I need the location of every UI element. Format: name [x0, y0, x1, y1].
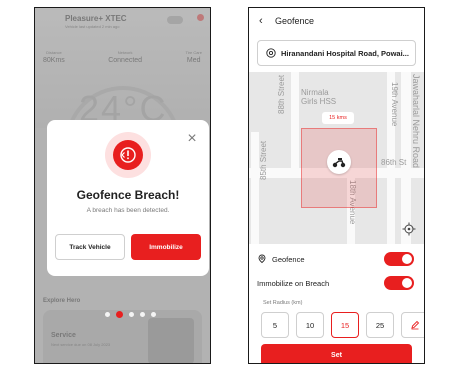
- dialog-description: A breach has been detected.: [86, 207, 170, 214]
- map-label: 19th Avenue: [390, 82, 399, 127]
- map-road: [251, 132, 259, 244]
- immobilize-button[interactable]: Immobilize: [131, 234, 201, 260]
- dialog-title: Geofence Breach!: [76, 188, 180, 202]
- carousel-indicator: [105, 311, 156, 318]
- back-chevron-icon[interactable]: ‹: [259, 15, 271, 27]
- pencil-icon: [411, 320, 420, 330]
- location-search-field[interactable]: Hiranandani Hospital Road, Powai...: [257, 40, 416, 66]
- close-icon[interactable]: ×: [185, 131, 199, 147]
- map-label: Jawaharlal Nehru Road: [411, 74, 421, 169]
- geofence-toggle[interactable]: [384, 252, 414, 266]
- right-phone-screen: ‹ Geofence Hiranandani Hospital Road, Po…: [248, 7, 425, 364]
- geofence-breach-dialog: × Geofence Breach! A breach has been det…: [47, 120, 209, 276]
- carousel-dot[interactable]: [105, 312, 110, 317]
- immobilize-on-breach-toggle[interactable]: [384, 276, 414, 290]
- radius-option-10[interactable]: 10: [296, 312, 324, 338]
- set-button[interactable]: Set: [261, 344, 412, 363]
- carousel-dot[interactable]: [151, 312, 156, 317]
- carousel-dot[interactable]: [140, 312, 145, 317]
- crosshair-locate-icon[interactable]: [402, 222, 416, 236]
- geofence-pin-icon: [258, 254, 266, 264]
- radius-label: Set Radius (km): [263, 300, 303, 306]
- map-road: [291, 72, 299, 172]
- location-pin-icon: [266, 48, 276, 58]
- map-label: 85th Street: [259, 140, 268, 180]
- geofence-toggle-label: Geofence: [272, 254, 305, 264]
- top-nav-bar: ‹ Geofence: [249, 8, 424, 34]
- track-vehicle-button[interactable]: Track Vehicle: [55, 234, 125, 260]
- location-value: Hiranandani Hospital Road, Powai...: [281, 48, 409, 58]
- radius-option-5[interactable]: 5: [261, 312, 289, 338]
- scooter-icon[interactable]: [327, 150, 351, 174]
- carousel-dot-active[interactable]: [116, 311, 123, 318]
- map-label: 86th St: [381, 158, 407, 167]
- map-label: 88th Street: [277, 74, 286, 114]
- left-phone-screen: Pleasure+ XTEC Vehicle last updated 2 mi…: [34, 7, 211, 364]
- alert-scooter-icon: [113, 140, 143, 170]
- radius-option-25[interactable]: 25: [366, 312, 394, 338]
- geofence-map[interactable]: Nirmala Girls HSS 88th Street 19th Avenu…: [249, 72, 424, 244]
- map-label: Nirmala Girls HSS: [301, 88, 337, 106]
- edit-radius-button[interactable]: [401, 312, 424, 338]
- radius-option-15[interactable]: 15: [331, 312, 359, 338]
- radius-options: 5 10 15 25: [261, 312, 424, 338]
- geofence-setting-row: Geofence: [257, 250, 416, 268]
- immobilize-toggle-label: Immobilize on Breach: [257, 278, 330, 288]
- page-title: Geofence: [275, 16, 315, 26]
- fence-radius-badge: 15 kms: [322, 112, 354, 124]
- carousel-dot[interactable]: [129, 312, 134, 317]
- immobilize-setting-row: Immobilize on Breach: [257, 274, 416, 292]
